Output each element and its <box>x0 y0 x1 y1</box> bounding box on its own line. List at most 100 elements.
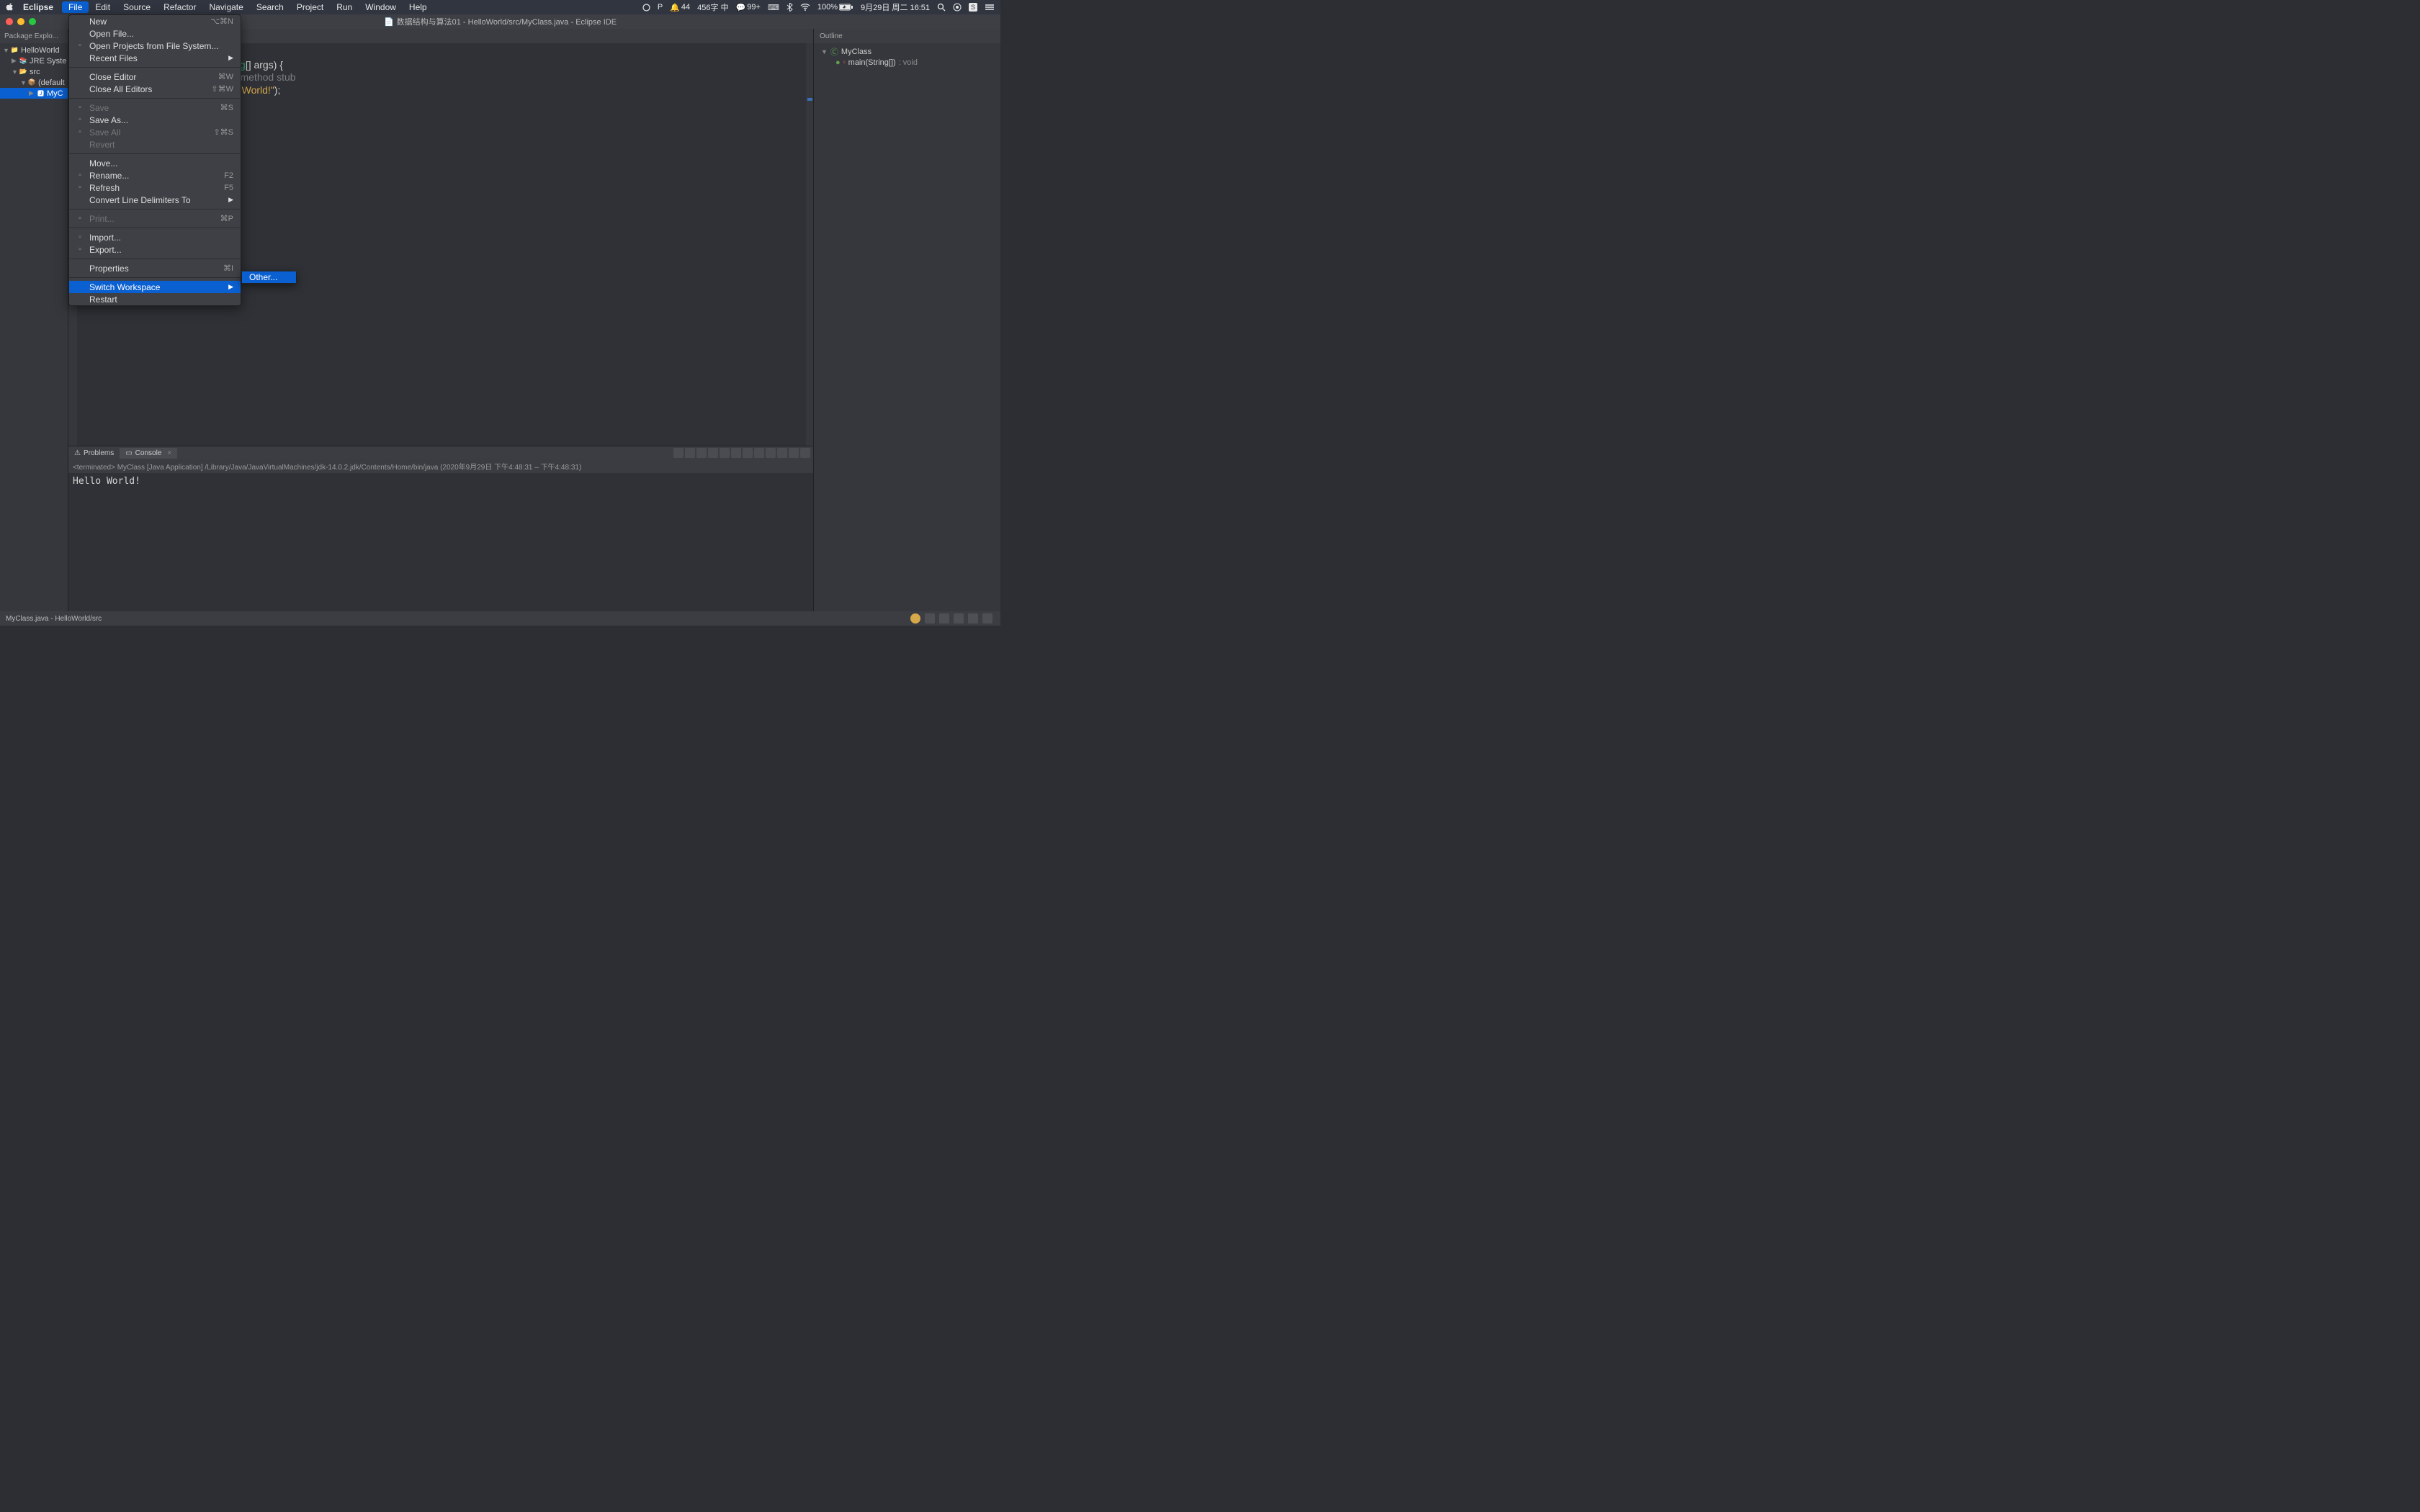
sb-icon-1[interactable] <box>925 613 935 624</box>
package-explorer-tab[interactable]: Package Explo... <box>0 29 68 43</box>
maximize-view-icon[interactable] <box>800 448 810 458</box>
remove-all-icon[interactable] <box>696 448 707 458</box>
file-menu-save-as[interactable]: ▫Save As... <box>69 114 241 126</box>
macos-menubar: Eclipse File Edit Source Refactor Naviga… <box>0 0 1000 14</box>
outline-tab[interactable]: Outline <box>814 29 1000 43</box>
package-icon: 📦 <box>28 78 36 86</box>
sb-icon-4[interactable] <box>968 613 978 624</box>
chevron-right-icon: ▶ <box>228 196 233 204</box>
java-file-icon: 🅹 <box>37 89 45 97</box>
sb-icon-3[interactable] <box>954 613 964 624</box>
submenu-other[interactable]: Other... <box>242 271 296 283</box>
tree-project[interactable]: ▼📁HelloWorld <box>0 45 68 55</box>
minimize-window-icon[interactable] <box>17 18 24 25</box>
datetime[interactable]: 9月29日 周二 16:51 <box>861 1 930 13</box>
import-icon: ▫ <box>75 233 85 243</box>
new-console-icon[interactable] <box>777 448 787 458</box>
scroll-lock-icon[interactable] <box>720 448 730 458</box>
tree-file[interactable]: ▶🅹MyC <box>0 88 68 99</box>
console-tab[interactable]: ▭Console× <box>120 448 177 459</box>
file-menu-move[interactable]: Move... <box>69 157 241 169</box>
display-console-icon[interactable] <box>754 448 764 458</box>
app-icon[interactable]: S <box>969 3 977 12</box>
bluetooth-icon[interactable] <box>786 3 793 12</box>
outline-method[interactable]: ● s main(String[]) : void <box>818 57 996 68</box>
clear-console-icon[interactable] <box>708 448 718 458</box>
menu-file[interactable]: File <box>62 1 89 13</box>
file-menu-restart[interactable]: Restart <box>69 293 241 305</box>
file-menu-dropdown: New⌥⌘NOpen File...▫Open Projects from Fi… <box>68 14 241 306</box>
word-wrap-icon[interactable] <box>731 448 741 458</box>
file-menu-rename[interactable]: ▫Rename...F2 <box>69 169 241 181</box>
file-menu-refresh[interactable]: ▫RefreshF5 <box>69 181 241 194</box>
menu-window[interactable]: Window <box>359 1 403 13</box>
save-all-icon: ▫ <box>75 127 85 138</box>
file-icon: 📄 <box>384 17 394 27</box>
file-menu-open-projects-from-file-system[interactable]: ▫Open Projects from File System... <box>69 40 241 52</box>
wechat-icon[interactable]: 💬99+ <box>736 3 761 12</box>
menu-help[interactable]: Help <box>403 1 434 13</box>
menu-search[interactable]: Search <box>250 1 290 13</box>
maximize-window-icon[interactable] <box>29 18 36 25</box>
status-p[interactable]: P <box>658 3 663 12</box>
minimize-view-icon[interactable] <box>789 448 799 458</box>
sb-tip-icon[interactable] <box>910 613 920 624</box>
pin-console-icon[interactable] <box>743 448 753 458</box>
menu-project[interactable]: Project <box>290 1 330 13</box>
menubar-status: P 🔔44 456字 中 💬99+ ⌨ 100% 9月29日 周二 16:51 … <box>642 1 995 13</box>
overview-ruler[interactable] <box>806 43 813 446</box>
file-menu-close-all-editors[interactable]: Close All Editors⇧⌘W <box>69 83 241 95</box>
apple-icon[interactable] <box>6 3 14 12</box>
tree-jre[interactable]: ▶📚JRE Syste <box>0 55 68 66</box>
file-menu-new[interactable]: New⌥⌘N <box>69 15 241 27</box>
keyboard-icon[interactable]: ⌨ <box>768 3 779 12</box>
problems-tab[interactable]: ⚠Problems <box>68 448 120 459</box>
status-circle-icon[interactable] <box>642 4 650 12</box>
traffic-lights[interactable] <box>6 18 36 25</box>
file-menu-close-editor[interactable]: Close Editor⌘W <box>69 71 241 83</box>
close-tab-icon[interactable]: × <box>167 449 171 457</box>
menu-navigate[interactable]: Navigate <box>202 1 249 13</box>
console-output[interactable]: Hello World! <box>68 473 813 490</box>
sb-icon-5[interactable] <box>982 613 992 624</box>
app-name: Eclipse <box>23 2 53 12</box>
file-menu-import[interactable]: ▫Import... <box>69 231 241 243</box>
control-center-icon[interactable] <box>985 4 995 11</box>
tree-package[interactable]: ▼📦(default <box>0 77 68 88</box>
remove-launch-icon[interactable] <box>685 448 695 458</box>
ime-status[interactable]: 456字 中 <box>697 1 728 13</box>
file-menu-open-file[interactable]: Open File... <box>69 27 241 40</box>
menu-run[interactable]: Run <box>330 1 359 13</box>
console-icon: ▭ <box>125 449 132 457</box>
method-icon: ● <box>835 58 841 67</box>
switch-workspace-submenu: Other... <box>241 271 297 284</box>
open-console-icon[interactable] <box>766 448 776 458</box>
file-menu-print: ▫Print...⌘P <box>69 212 241 225</box>
tree-src[interactable]: ▼📂src <box>0 66 68 77</box>
outline-class[interactable]: ▼ Ⓒ MyClass <box>818 46 996 57</box>
menu-edit[interactable]: Edit <box>89 1 117 13</box>
siri-icon[interactable] <box>953 3 962 12</box>
menu-refactor[interactable]: Refactor <box>157 1 202 13</box>
file-menu-convert-line-delimiters-to[interactable]: Convert Line Delimiters To▶ <box>69 194 241 206</box>
spotlight-icon[interactable] <box>937 3 946 12</box>
file-menu-properties[interactable]: Properties⌘I <box>69 262 241 274</box>
print-icon: ▫ <box>75 214 85 224</box>
export-icon: ▫ <box>75 245 85 255</box>
file-menu-recent-files[interactable]: Recent Files▶ <box>69 52 241 64</box>
terminate-icon[interactable] <box>673 448 684 458</box>
class-icon: Ⓒ <box>830 46 838 58</box>
close-window-icon[interactable] <box>6 18 13 25</box>
file-menu-export[interactable]: ▫Export... <box>69 243 241 256</box>
battery-status[interactable]: 100% <box>817 3 853 12</box>
notification-icon[interactable]: 🔔44 <box>670 3 690 12</box>
project-icon: 📁 <box>11 46 19 54</box>
status-path: MyClass.java - HelloWorld/src <box>6 615 102 623</box>
menu-source[interactable]: Source <box>117 1 157 13</box>
src-folder-icon: 📂 <box>19 68 27 76</box>
sb-icon-2[interactable] <box>939 613 949 624</box>
chevron-right-icon: ▶ <box>228 283 233 291</box>
file-menu-switch-workspace[interactable]: Switch Workspace▶ <box>69 281 241 293</box>
wifi-icon[interactable] <box>800 4 810 11</box>
file-menu-save: ▫Save⌘S <box>69 102 241 114</box>
